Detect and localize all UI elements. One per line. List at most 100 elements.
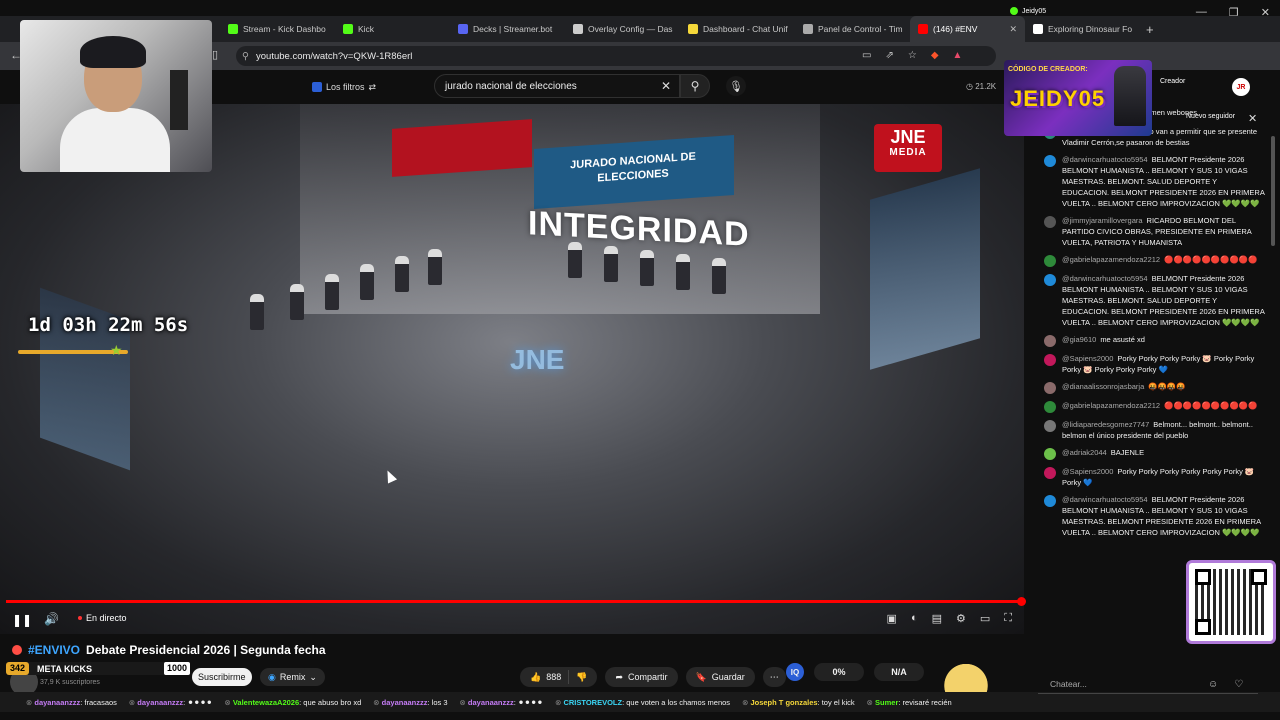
browser-tab[interactable]: Stream - Kick Dashbo	[220, 16, 335, 42]
minimize-icon[interactable]: —	[1196, 6, 1207, 19]
user-avatar[interactable]: JR	[1232, 78, 1250, 96]
browser-tab[interactable]: Decks | Streamer.bot	[450, 16, 565, 42]
chat-scrollbar[interactable]	[1271, 136, 1275, 246]
chat-avatar[interactable]	[1044, 216, 1056, 228]
subscribe-button[interactable]: Suscribirme	[192, 668, 252, 686]
more-actions-button[interactable]: ⋯	[762, 667, 786, 687]
meta-kicks-label: META KICKS	[37, 663, 93, 674]
ticker-username: CRISTOREVOLZ	[563, 697, 623, 707]
restore-icon[interactable]: ❐	[1229, 6, 1239, 19]
save-button[interactable]: 🔖 Guardar	[685, 667, 755, 687]
chat-message-body: @darwincarhuatocto5954 BELMONT Presidente…	[1062, 494, 1266, 538]
chat-message: @jimmyjaramillovergara RICARDO BELMONT DE…	[1032, 212, 1274, 251]
candidate-figure	[325, 274, 339, 310]
browser-tab[interactable]: (146) #ENV ✕	[910, 16, 1025, 42]
mic-button[interactable]: 🎙	[726, 76, 746, 96]
fullscreen-icon[interactable]: ⛶	[1004, 612, 1012, 625]
bookmark-icon[interactable]: ▯	[212, 48, 218, 61]
browser-tab[interactable]: Kick	[335, 16, 450, 42]
browser-tab[interactable]: Dashboard - Chat Unif	[680, 16, 795, 42]
browser-tab[interactable]: Exploring Dinosaur Fo	[1025, 16, 1140, 42]
theater-icon[interactable]: ▭	[980, 612, 990, 625]
search-input[interactable]: jurado nacional de elecciones ✕	[434, 74, 680, 98]
chat-message: @gabrielapazamendoza2212 🔴🔴🔴🔴🔴🔴🔴🔴🔴🔴	[1032, 397, 1274, 416]
chat-avatar[interactable]	[1044, 420, 1056, 432]
ticker-text: : que voten a los chamos menos	[622, 697, 731, 707]
thumbs-down-icon[interactable]: 👎	[576, 672, 587, 683]
progress-scrubber[interactable]	[1017, 597, 1026, 606]
chat-avatar[interactable]	[1044, 467, 1056, 479]
ticker-message: ⊗ dayanaanzzz: fracasaos	[26, 698, 117, 707]
chat-username[interactable]: @gabrielapazamendoza2212	[1062, 401, 1160, 410]
remix-button[interactable]: ◉ Remix ⌄	[260, 668, 325, 686]
cast-icon[interactable]: ▭	[862, 50, 871, 61]
ticker-text: : fracasaos	[80, 697, 117, 707]
close-tab-icon[interactable]: ✕	[1009, 24, 1017, 35]
subtitles-icon[interactable]: ▤	[932, 612, 942, 625]
iq-badge[interactable]: IQ	[786, 663, 804, 681]
tab-favicon-icon	[573, 24, 583, 34]
clear-search-icon[interactable]: ✕	[661, 79, 671, 93]
ticker-username: dayanaanzzz	[381, 697, 428, 707]
emoji-icon[interactable]: ☺	[1208, 679, 1218, 690]
progress-bar[interactable]	[6, 600, 1024, 603]
meta-kicks-count: 342	[6, 662, 30, 675]
video-player[interactable]: JURADO NACIONAL DE ELECCIONES INTEGRIDAD…	[0, 104, 1024, 634]
chat-avatar[interactable]	[1044, 495, 1056, 507]
autoplay-toggle-icon[interactable]: ◐	[911, 612, 918, 625]
chat-username[interactable]: @jimmyjaramillovergara	[1062, 216, 1143, 225]
chat-username[interactable]: @Sapiens2000	[1062, 467, 1113, 476]
share-button[interactable]: ➦ Compartir	[605, 667, 678, 687]
chat-avatar[interactable]	[1044, 335, 1056, 347]
ticker-text: : ⚫⚫⚫⚫	[183, 697, 213, 707]
candidate-figure	[676, 254, 690, 290]
browser-tab[interactable]: Panel de Control - Tim	[795, 16, 910, 42]
chat-username[interactable]: @darwincarhuatocto5954	[1062, 274, 1148, 283]
heart-icon[interactable]: ♡	[1234, 679, 1243, 690]
candidate-figure	[428, 249, 442, 285]
rewards-icon[interactable]: ▲	[953, 50, 963, 61]
chat-avatar[interactable]	[1044, 255, 1056, 267]
like-button[interactable]: 👍 888 👎	[520, 667, 598, 687]
pause-icon[interactable]: ❚❚	[12, 613, 32, 627]
kick-username: Jeidy05	[1022, 7, 1047, 15]
chat-username[interactable]: @lidiaparedesgomez7747	[1062, 420, 1149, 429]
search-button[interactable]: ⚲	[680, 74, 710, 98]
new-tab-icon[interactable]: +	[1146, 22, 1154, 37]
chat-avatar[interactable]	[1044, 354, 1056, 366]
chat-username[interactable]: @darwincarhuatocto5954	[1062, 495, 1148, 504]
chat-username[interactable]: @adriak2044	[1062, 448, 1107, 457]
star-icon[interactable]: ☆	[908, 50, 917, 61]
chat-message: @lidiaparedesgomez7747 Belmont... belmont…	[1032, 416, 1274, 444]
player-controls: ❚❚ 🔊 En directo ▣ ◐ ▤ ⚙ ▭ ⛶	[0, 606, 1024, 632]
share-label: Compartir	[628, 672, 668, 682]
close-icon[interactable]: ✕	[1261, 6, 1270, 19]
chat-username[interactable]: @gia9610	[1062, 335, 1096, 344]
chat-avatar[interactable]	[1044, 274, 1056, 286]
live-indicator[interactable]: En directo	[78, 613, 127, 623]
brave-shield-icon[interactable]: ◆	[931, 50, 939, 61]
chat-avatar[interactable]	[1044, 155, 1056, 167]
chat-avatar[interactable]	[1044, 401, 1056, 413]
chat-username[interactable]: @darwincarhuatocto5954	[1062, 155, 1148, 164]
browser-tab[interactable]: Overlay Config — Das	[565, 16, 680, 42]
site-info-icon[interactable]: ⚲	[242, 51, 249, 62]
search-icon: ⚲	[690, 79, 700, 93]
ticker-text: : ⚫⚫⚫⚫	[513, 697, 544, 707]
chat-avatar[interactable]	[1044, 382, 1056, 394]
chat-username[interactable]: @Sapiens2000	[1062, 354, 1113, 363]
settings-icon[interactable]: ⚙	[956, 612, 966, 625]
ticker-username: ValentewazaA2026	[232, 697, 300, 707]
iq-player-icon[interactable]: ▣	[887, 612, 897, 625]
chat-message-body: @dianaalissonrojasbarja 🤬🤬🤬🤬	[1062, 381, 1186, 394]
chat-avatar[interactable]	[1044, 448, 1056, 460]
close-chat-icon[interactable]: ✕	[1248, 112, 1257, 125]
title-hashtag[interactable]: #ENVIVO	[28, 643, 80, 657]
candidate-figure	[290, 284, 304, 320]
filters-chip[interactable]: Los filtros ⇄	[312, 78, 376, 96]
chat-username[interactable]: @gabrielapazamendoza2212	[1062, 255, 1160, 264]
share-icon[interactable]: ⇗	[885, 50, 893, 61]
volume-icon[interactable]: 🔊	[44, 612, 59, 626]
chat-username[interactable]: @dianaalissonrojasbarja	[1062, 382, 1144, 391]
qr-corner	[1195, 569, 1211, 585]
